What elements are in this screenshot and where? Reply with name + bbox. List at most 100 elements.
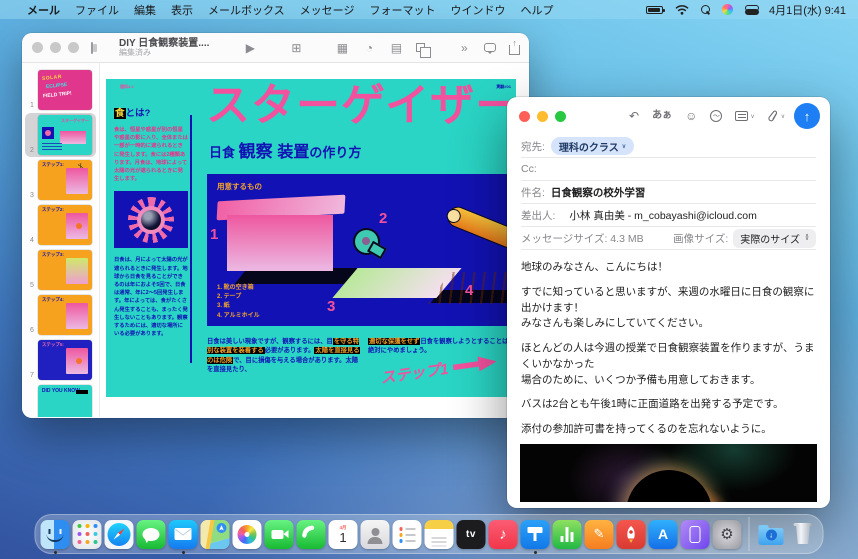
attach-menu[interactable]: ∨	[768, 110, 785, 123]
wifi-icon[interactable]	[675, 5, 689, 15]
body-paragraph: バスは2台とも午後1時に正面道路を出発する予定です。	[521, 397, 816, 413]
share-button[interactable]	[509, 45, 520, 55]
siri-icon[interactable]	[722, 4, 733, 15]
zoom-button[interactable]	[555, 111, 566, 122]
zoom-button[interactable]	[68, 42, 79, 53]
dock-music-icon[interactable]: ♪	[489, 518, 518, 551]
send-button[interactable]: ↑	[794, 103, 820, 129]
slide-thumbnail-2-selected[interactable]: 2 スターゲイザー	[25, 113, 96, 157]
slide-thumbnail-1[interactable]: 1 SOLAR ECLIPSE FIELD TRIP!	[25, 68, 96, 112]
comment-button[interactable]	[484, 43, 496, 52]
shape-button[interactable]	[416, 43, 425, 52]
dock-photos-icon[interactable]	[233, 518, 262, 551]
minimize-button[interactable]	[50, 42, 61, 53]
slide-thumbnail-3[interactable]: 3 ステップ1: ✂	[25, 158, 96, 202]
dock-mail-icon[interactable]	[169, 518, 198, 551]
dock-appstore-icon[interactable]: A	[649, 518, 678, 551]
shoebox-illustration	[227, 215, 333, 271]
eclipse-definition-text: 食は、恒星や惑星が別の恒星や惑星の影に入り、全体または一部が一時的に遮られるとき…	[114, 126, 188, 183]
dock-rocket-app-icon[interactable]	[617, 518, 646, 551]
mail-toolbar[interactable]: ↶ あぁ ☺ 〜 ∨ ∨ ∨ ↑	[507, 97, 830, 135]
menu-message[interactable]: メッセージ	[300, 2, 355, 18]
slide-thumbnail-5[interactable]: 5 ステップ3:	[25, 248, 96, 292]
dock-downloads-icon[interactable]: ↓	[757, 518, 786, 551]
keynote-window[interactable]: DIY 日食観察装置.... 編集済み ▶ ⊞ ▦ ◔ ▤ » ✎ ◇	[22, 33, 529, 418]
slide-subtitle: 日食 観察 装置の作り方	[209, 137, 361, 162]
to-field[interactable]: 宛先: 理科のクラス ∨	[521, 135, 816, 158]
supplies-box: 用意するもの 1 2 3 4 1. 靴の空き箱	[207, 174, 509, 326]
stepper-icon: ∧∨	[805, 235, 809, 242]
slide-thumbnail-7[interactable]: 7 ステップ5:	[25, 338, 96, 382]
table-button[interactable]: ▦	[335, 42, 349, 54]
dock-reminders-icon[interactable]	[393, 518, 422, 551]
recipient-token[interactable]: 理科のクラス ∨	[551, 137, 634, 155]
window-controls[interactable]	[32, 42, 79, 53]
slide-thumbnail-4[interactable]: 4 ステップ2:	[25, 203, 96, 247]
dock-pages-icon[interactable]: ✎	[585, 518, 614, 551]
slide-canvas[interactable]: 理科4.2 実験#01 食とは? 食は、恒星や惑星が別の恒星や惑星の影に入り、全…	[100, 63, 529, 417]
window-controls[interactable]	[519, 111, 566, 122]
slide-2[interactable]: 理科4.2 実験#01 食とは? 食は、恒星や惑星が別の恒星や惑星の影に入り、全…	[106, 79, 516, 397]
mail-compose-window[interactable]: ↶ あぁ ☺ 〜 ∨ ∨ ∨ ↑ 宛先: 理科のクラス	[507, 97, 830, 508]
slide-thumbnail-8[interactable]: 8 DID YOU KNOW	[25, 383, 96, 417]
sidebar-toggle-icon[interactable]	[91, 42, 93, 54]
menu-bar-clock[interactable]: 4月1日(水) 9:41	[769, 2, 846, 18]
keynote-titlebar[interactable]: DIY 日食観察装置.... 編集済み ▶ ⊞ ▦ ◔ ▤ » ✎ ◇	[22, 33, 529, 63]
from-label: 差出人:	[521, 208, 555, 223]
dock-contacts-icon[interactable]	[361, 518, 390, 551]
format-text-icon[interactable]: あぁ	[652, 111, 672, 121]
menu-help[interactable]: ヘルプ	[520, 2, 553, 18]
dock-facetime-icon[interactable]	[265, 518, 294, 551]
play-button[interactable]: ▶	[243, 42, 257, 54]
media-button[interactable]: ▤	[389, 42, 403, 54]
template-icon	[735, 111, 748, 121]
signature-stamp-icon[interactable]: 〜	[710, 110, 722, 122]
menu-app-name[interactable]: メール	[27, 2, 60, 18]
slide-number: 6	[30, 327, 34, 335]
menu-window[interactable]: ウインドウ	[450, 2, 505, 18]
cc-field[interactable]: Cc:	[521, 158, 816, 181]
to-label: 宛先:	[521, 139, 545, 154]
image-size-select[interactable]: 実際のサイズ ∧∨	[733, 229, 816, 248]
close-button[interactable]	[32, 42, 43, 53]
dock-phone-icon[interactable]	[297, 518, 326, 551]
undo-icon[interactable]: ↶	[629, 110, 639, 122]
paperclip-icon	[768, 110, 779, 123]
more-toolbar-button[interactable]: »	[457, 42, 471, 54]
message-body[interactable]: 地球のみなさん、こんにちは！ すでに知っていると思いますが、来週の水曜日に日食の…	[507, 250, 830, 444]
dock-finder-icon[interactable]	[41, 518, 70, 551]
dock-calendar-icon[interactable]: 4月1	[329, 518, 358, 551]
menu-mailbox[interactable]: メールボックス	[208, 2, 285, 18]
menu-file[interactable]: ファイル	[75, 2, 119, 18]
eclipse-photo-attachment[interactable]	[520, 444, 817, 502]
from-field[interactable]: 差出人: 小林 真由美 - m_cobayashi@icloud.com	[521, 204, 816, 227]
dock-appletv-icon[interactable]: tv	[457, 518, 486, 551]
dock-maps-icon[interactable]	[201, 518, 230, 551]
menu-format[interactable]: フォーマット	[369, 2, 435, 18]
dock-keynote-icon[interactable]	[521, 518, 550, 551]
slide-thumbnail-list: 1 SOLAR ECLIPSE FIELD TRIP! 2 スターゲイザー	[22, 63, 100, 417]
dock-safari-icon[interactable]	[105, 518, 134, 551]
slide-thumbnail-6[interactable]: 6 ステップ4:	[25, 293, 96, 337]
battery-icon[interactable]	[646, 6, 663, 14]
control-center-icon[interactable]	[745, 5, 757, 15]
dock-settings-icon[interactable]: ⚙	[713, 518, 742, 551]
close-button[interactable]	[519, 111, 530, 122]
recipient-name: 理科のクラス	[559, 139, 619, 154]
menu-view[interactable]: 表示	[171, 2, 193, 18]
add-slide-button[interactable]: ⊞	[289, 42, 303, 54]
dock-messages-icon[interactable]	[137, 518, 166, 551]
minimize-button[interactable]	[537, 111, 548, 122]
template-menu[interactable]: ∨	[735, 111, 754, 121]
chart-button[interactable]: ◔	[362, 42, 376, 54]
dock-trash-icon[interactable]	[789, 518, 818, 551]
item-number: 2	[379, 210, 387, 227]
spotlight-search-icon[interactable]	[701, 5, 710, 14]
menu-edit[interactable]: 編集	[134, 2, 156, 18]
emoji-icon[interactable]: ☺	[685, 110, 697, 122]
dock-iphone-mirroring-icon[interactable]	[681, 518, 710, 551]
subject-field[interactable]: 件名: 日食観察の校外学習	[521, 181, 816, 204]
dock-launchpad-icon[interactable]	[73, 518, 102, 551]
dock-numbers-icon[interactable]	[553, 518, 582, 551]
dock-notes-icon[interactable]	[425, 518, 454, 551]
